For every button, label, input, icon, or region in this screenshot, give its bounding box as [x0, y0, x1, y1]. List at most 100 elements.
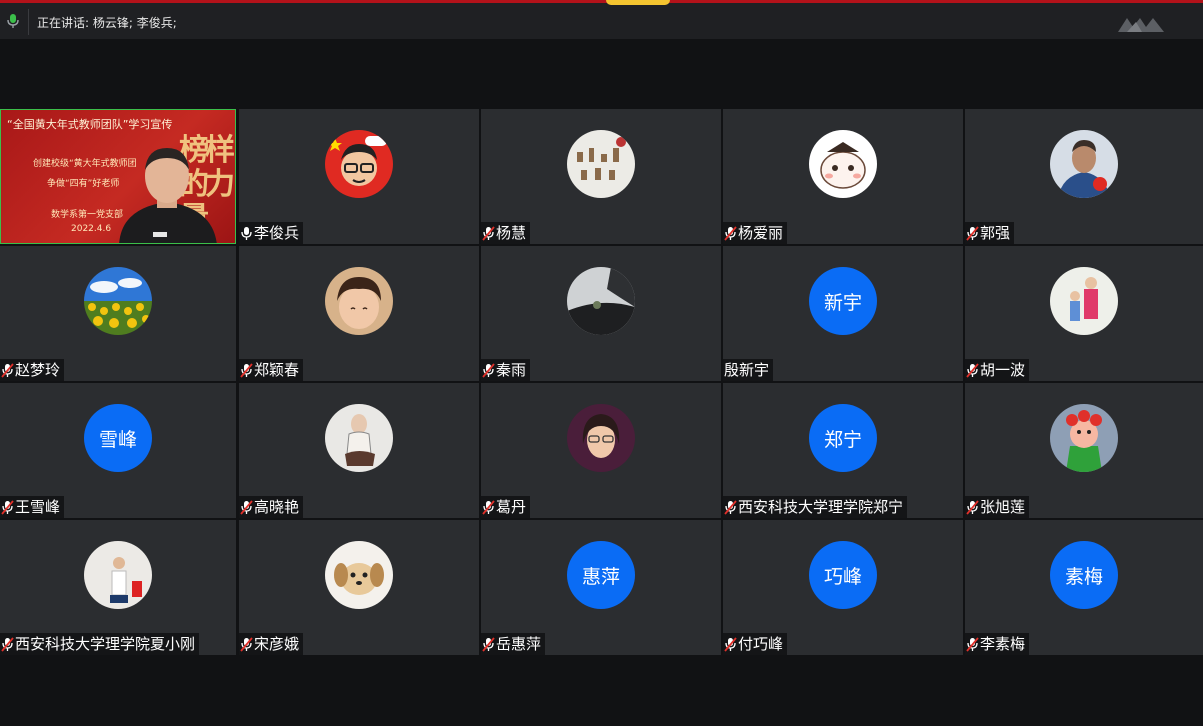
mic-muted-icon[interactable]: [1, 499, 14, 515]
participant-name: 郭强: [980, 224, 1011, 242]
presenter-video: “全国黄大年式教师团队”学习宣传 创建校级“黄大年式教师团 争做“四有”好老师 …: [1, 110, 235, 243]
mic-muted-icon[interactable]: [240, 362, 253, 378]
slide-date: 2022.4.6: [71, 224, 112, 234]
participant-tile[interactable]: 郑颖春: [239, 246, 479, 381]
participant-name: 胡一波: [980, 361, 1026, 379]
participant-tile[interactable]: 素梅李素梅: [965, 520, 1203, 655]
mic-muted-icon[interactable]: [966, 362, 979, 378]
toolbar-divider: [28, 9, 29, 35]
participant-tile[interactable]: 杨慧: [481, 109, 721, 244]
participant-name: 郑颖春: [254, 361, 300, 379]
participant-tile[interactable]: 新宇 殷新宇: [723, 246, 963, 381]
participant-name: 高晓艳: [254, 498, 300, 516]
cartoon-cat-avatar: [809, 130, 877, 198]
slide-title: “全国黄大年式教师团队”学习宣传: [7, 118, 173, 131]
participant-name-tag: 高晓艳: [239, 496, 304, 518]
microphone-icon[interactable]: [240, 226, 253, 241]
participant-name-tag: 郑颖春: [239, 359, 304, 381]
mic-muted-icon[interactable]: [1, 636, 14, 652]
mic-muted-icon[interactable]: [482, 636, 495, 652]
participant-tile[interactable]: 胡一波: [965, 246, 1203, 381]
cartoon-boy-avatar: [325, 130, 393, 198]
participant-name-tag: 秦雨: [481, 359, 531, 381]
participant-grid: “全国黄大年式教师团队”学习宣传 创建校级“黄大年式教师团 争做“四有”好老师 …: [0, 109, 1203, 655]
mic-muted-icon[interactable]: [1, 362, 14, 378]
speaker-photo-avatar: [84, 541, 152, 609]
participant-tile[interactable]: 惠萍岳惠萍: [481, 520, 721, 655]
participant-name: 杨爱丽: [738, 224, 784, 242]
family-photo-avatar: [1050, 267, 1118, 335]
participant-name-tag: 郭强: [965, 222, 1015, 244]
mic-muted-icon[interactable]: [724, 636, 737, 652]
participant-name: 殷新宇: [724, 361, 770, 379]
puppy-photo-avatar: [325, 541, 393, 609]
initials-avatar: 惠萍: [567, 541, 635, 609]
participant-name: 付巧峰: [738, 635, 784, 653]
participant-name: 宋彦娥: [254, 635, 300, 653]
cartoon-doll-avatar: [1050, 404, 1118, 472]
participant-tile[interactable]: 葛丹: [481, 383, 721, 518]
participant-name-tag: 付巧峰: [723, 633, 788, 655]
initials-avatar: 巧峰: [809, 541, 877, 609]
participant-name-tag: 李素梅: [965, 633, 1030, 655]
participant-name-tag: 杨爱丽: [723, 222, 788, 244]
participant-name-tag: 殷新宇: [723, 359, 774, 381]
participant-name: 葛丹: [496, 498, 527, 516]
participant-name: 王雪峰: [15, 498, 61, 516]
participant-name: 张旭莲: [980, 498, 1026, 516]
microphone-icon: [7, 14, 19, 28]
participant-tile[interactable]: 李俊兵: [239, 109, 479, 244]
top-center-emblem: [606, 0, 670, 5]
presenter-video-tile[interactable]: “全国黄大年式教师团队”学习宣传 创建校级“黄大年式教师团 争做“四有”好老师 …: [0, 109, 236, 244]
woman-photo-avatar: [567, 404, 635, 472]
speaking-indicator: 正在讲话: 杨云锋; 李俊兵;: [37, 16, 177, 30]
participant-name-tag: 李俊兵: [239, 222, 304, 244]
participant-tile[interactable]: 张旭莲: [965, 383, 1203, 518]
participant-tile[interactable]: 高晓艳: [239, 383, 479, 518]
participant-name: 西安科技大学理学院夏小刚: [15, 635, 196, 653]
participant-tile[interactable]: 赵梦玲: [0, 246, 236, 381]
participant-tile[interactable]: 郭强: [965, 109, 1203, 244]
participant-tile[interactable]: 郑宁西安科技大学理学院郑宁: [723, 383, 963, 518]
participant-name: 西安科技大学理学院郑宁: [738, 498, 904, 516]
participant-name-tag: 西安科技大学理学院夏小刚: [0, 633, 200, 655]
mic-muted-icon[interactable]: [240, 499, 253, 515]
participant-name: 赵梦玲: [15, 361, 61, 379]
mic-muted-icon[interactable]: [966, 225, 979, 241]
child-photo-avatar: [325, 267, 393, 335]
initials-avatar: 素梅: [1050, 541, 1118, 609]
mic-muted-icon[interactable]: [482, 225, 495, 241]
participant-name-tag: 胡一波: [965, 359, 1030, 381]
participant-name-tag: 王雪峰: [0, 496, 65, 518]
participant-tile[interactable]: 秦雨: [481, 246, 721, 381]
participant-tile[interactable]: 西安科技大学理学院夏小刚: [0, 520, 236, 655]
participant-name-tag: 岳惠萍: [481, 633, 546, 655]
mic-muted-icon[interactable]: [966, 636, 979, 652]
participant-tile[interactable]: 宋彦娥: [239, 520, 479, 655]
objects-photo-avatar: [567, 130, 635, 198]
initials-avatar: 雪峰: [84, 404, 152, 472]
car-interior-avatar: [567, 267, 635, 335]
mic-muted-icon[interactable]: [482, 362, 495, 378]
mic-muted-icon[interactable]: [240, 636, 253, 652]
participant-name: 岳惠萍: [496, 635, 542, 653]
participant-name-tag: 宋彦娥: [239, 633, 304, 655]
participant-tile[interactable]: 雪峰王雪峰: [0, 383, 236, 518]
participant-tile[interactable]: 杨爱丽: [723, 109, 963, 244]
participant-name: 秦雨: [496, 361, 527, 379]
sunflower-field-avatar: [84, 267, 152, 335]
participant-name-tag: 张旭莲: [965, 496, 1030, 518]
mic-muted-icon[interactable]: [482, 499, 495, 515]
mic-muted-icon[interactable]: [966, 499, 979, 515]
initials-avatar: 郑宁: [809, 404, 877, 472]
mic-muted-icon[interactable]: [724, 499, 737, 515]
participant-name: 杨慧: [496, 224, 527, 242]
participant-tile[interactable]: 巧峰付巧峰: [723, 520, 963, 655]
participant-name-tag: 赵梦玲: [0, 359, 65, 381]
participant-name: 李俊兵: [254, 224, 300, 242]
app-logo-icon: [1118, 18, 1164, 32]
participant-name: 李素梅: [980, 635, 1026, 653]
mic-muted-icon[interactable]: [724, 225, 737, 241]
participant-name-tag: 杨慧: [481, 222, 531, 244]
woman-sketch-avatar: [325, 404, 393, 472]
